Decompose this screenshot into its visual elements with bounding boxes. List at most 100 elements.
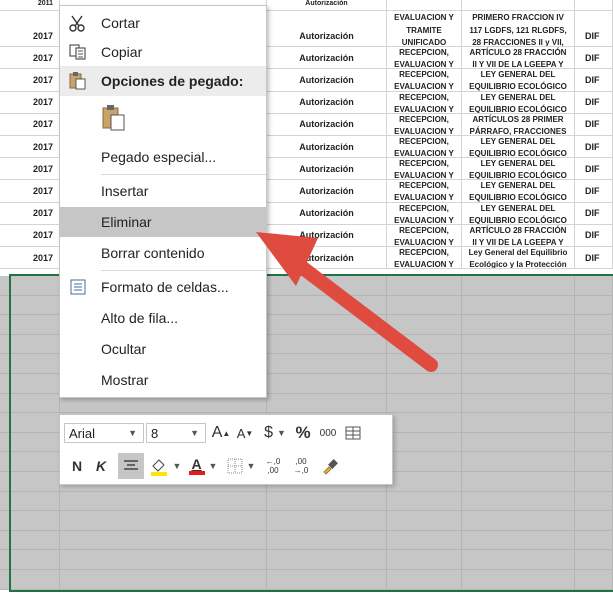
evaluation-cell[interactable]: RECEPCION, EVALUACION Y [387, 180, 462, 202]
empty-cell[interactable] [60, 550, 267, 569]
evaluation-cell[interactable]: RECEPCION, EVALUACION Y [387, 136, 462, 158]
empty-cell[interactable] [387, 472, 462, 491]
empty-cell[interactable] [267, 393, 387, 413]
empty-cell[interactable] [462, 413, 575, 432]
empty-row[interactable] [0, 550, 613, 570]
law-cell[interactable]: 117 LGDFS, 121 RLGDFS, 28 FRACCIONES II y… [462, 25, 575, 47]
empty-cell[interactable] [387, 354, 462, 373]
empty-cell[interactable] [575, 570, 613, 589]
dif-cell[interactable]: DIF [575, 47, 613, 69]
empty-cell[interactable] [267, 550, 387, 569]
empty-cell[interactable] [575, 334, 613, 354]
year-cell[interactable]: 2017 [0, 136, 60, 158]
empty-cell[interactable] [267, 491, 387, 511]
font-size-combo[interactable]: 8 ▼ [146, 423, 206, 443]
empty-cell[interactable] [575, 295, 613, 315]
dif-cell[interactable] [575, 0, 613, 10]
empty-cell[interactable] [462, 452, 575, 471]
law-cell[interactable] [462, 0, 575, 10]
empty-cell[interactable] [387, 334, 462, 354]
year-cell[interactable]: 2017 [0, 47, 60, 69]
menu-item-row-height[interactable]: Alto de fila... [60, 303, 266, 333]
authorization-cell[interactable]: Autorización [267, 0, 387, 10]
empty-cell[interactable] [575, 374, 613, 393]
authorization-cell[interactable]: Autorización [267, 224, 387, 246]
dif-cell[interactable]: DIF [575, 180, 613, 202]
empty-cell[interactable] [267, 354, 387, 373]
empty-cell[interactable] [462, 550, 575, 569]
evaluation-cell[interactable] [387, 0, 462, 10]
align-center-button[interactable] [118, 453, 144, 479]
bold-button[interactable]: N [66, 455, 88, 477]
empty-cell[interactable] [462, 315, 575, 334]
paste-option-button[interactable] [60, 100, 266, 136]
law-cell[interactable]: LEY GENERAL DEL EQUILIBRIO ECOLÓGICO [462, 136, 575, 158]
empty-cell[interactable] [387, 530, 462, 550]
empty-cell[interactable] [60, 511, 267, 530]
empty-cell[interactable] [387, 491, 462, 511]
year-cell[interactable]: 2017 [0, 202, 60, 224]
empty-cell[interactable] [575, 511, 613, 530]
empty-cell[interactable] [267, 570, 387, 589]
menu-item-insert[interactable]: Insertar [60, 176, 266, 206]
evaluation-cell[interactable]: RECEPCION, EVALUACION Y [387, 113, 462, 135]
empty-cell[interactable] [462, 334, 575, 354]
grow-font-button[interactable]: A ▲ [210, 423, 232, 443]
empty-cell[interactable] [462, 354, 575, 373]
currency-button[interactable]: $ ▼ [260, 423, 290, 443]
year-cell[interactable]: 2011 [0, 0, 60, 10]
empty-cell[interactable] [267, 295, 387, 315]
dif-cell[interactable]: DIF [575, 158, 613, 180]
menu-item-copy[interactable]: Copiar [60, 37, 266, 67]
empty-cell[interactable] [575, 432, 613, 452]
empty-cell[interactable] [60, 570, 267, 589]
authorization-cell[interactable]: Autorización [267, 47, 387, 69]
dif-cell[interactable] [575, 11, 613, 25]
empty-cell[interactable] [575, 413, 613, 432]
empty-cell[interactable] [387, 276, 462, 295]
empty-cell[interactable] [575, 472, 613, 491]
dif-cell[interactable]: DIF [575, 224, 613, 246]
year-cell[interactable]: 2017 [0, 113, 60, 135]
empty-cell[interactable] [387, 511, 462, 530]
year-cell[interactable]: 2017 [0, 247, 60, 269]
empty-cell[interactable] [462, 530, 575, 550]
evaluation-cell[interactable]: EVALUACION Y [387, 11, 462, 25]
decrease-decimal-button[interactable]: ,00 →,0 [288, 455, 314, 477]
format-painter-table-icon[interactable] [342, 423, 364, 443]
year-cell[interactable]: 2017 [0, 25, 60, 47]
empty-cell[interactable] [462, 374, 575, 393]
law-cell[interactable]: ARTÍCULO 28 FRACCIÓN II Y VII DE LA LGEEP… [462, 224, 575, 246]
law-cell[interactable]: Ley General del Equilibrio Ecológico y la… [462, 247, 575, 269]
empty-cell[interactable] [462, 472, 575, 491]
fill-color-button[interactable]: ▼ [148, 455, 182, 477]
law-cell[interactable]: ARTÍCULOS 28 PRIMER PÁRRAFO, FRACCIONES [462, 113, 575, 135]
empty-cell[interactable] [462, 432, 575, 452]
evaluation-cell[interactable]: TRAMITE UNIFICADO [387, 25, 462, 47]
empty-row[interactable] [0, 570, 613, 590]
menu-item-hide[interactable]: Ocultar [60, 334, 266, 364]
law-cell[interactable]: LEY GENERAL DEL EQUILIBRIO ECOLÓGICO [462, 202, 575, 224]
empty-cell[interactable] [387, 374, 462, 393]
empty-cell[interactable] [575, 393, 613, 413]
empty-cell[interactable] [387, 452, 462, 471]
law-cell[interactable]: LEY GENERAL DEL EQUILIBRIO ECOLÓGICO [462, 91, 575, 113]
empty-cell[interactable] [267, 334, 387, 354]
authorization-cell[interactable]: Autorización [267, 180, 387, 202]
law-cell[interactable]: ARTÍCULO 28 FRACCIÓN II Y VII DE LA LGEEP… [462, 47, 575, 69]
year-cell[interactable] [0, 11, 60, 25]
authorization-cell[interactable]: Autorización [267, 158, 387, 180]
empty-cell[interactable] [575, 452, 613, 471]
shrink-font-button[interactable]: A ▼ [234, 423, 256, 443]
format-painter-button[interactable] [318, 455, 342, 477]
menu-item-cut[interactable]: Cortar [60, 8, 266, 38]
empty-cell[interactable] [267, 315, 387, 334]
empty-cell[interactable] [60, 530, 267, 550]
year-cell[interactable]: 2017 [0, 180, 60, 202]
empty-cell[interactable] [462, 295, 575, 315]
context-menu[interactable]: Cortar Copiar Opciones de pegado: Pegado… [59, 5, 267, 398]
font-color-button[interactable]: A ▼ [186, 455, 220, 477]
dif-cell[interactable]: DIF [575, 136, 613, 158]
empty-cell[interactable] [462, 276, 575, 295]
mini-toolbar[interactable]: Arial ▼ 8 ▼ A▲ A▼ $▼ % 000 N K ▼ A ▼ [59, 414, 393, 485]
